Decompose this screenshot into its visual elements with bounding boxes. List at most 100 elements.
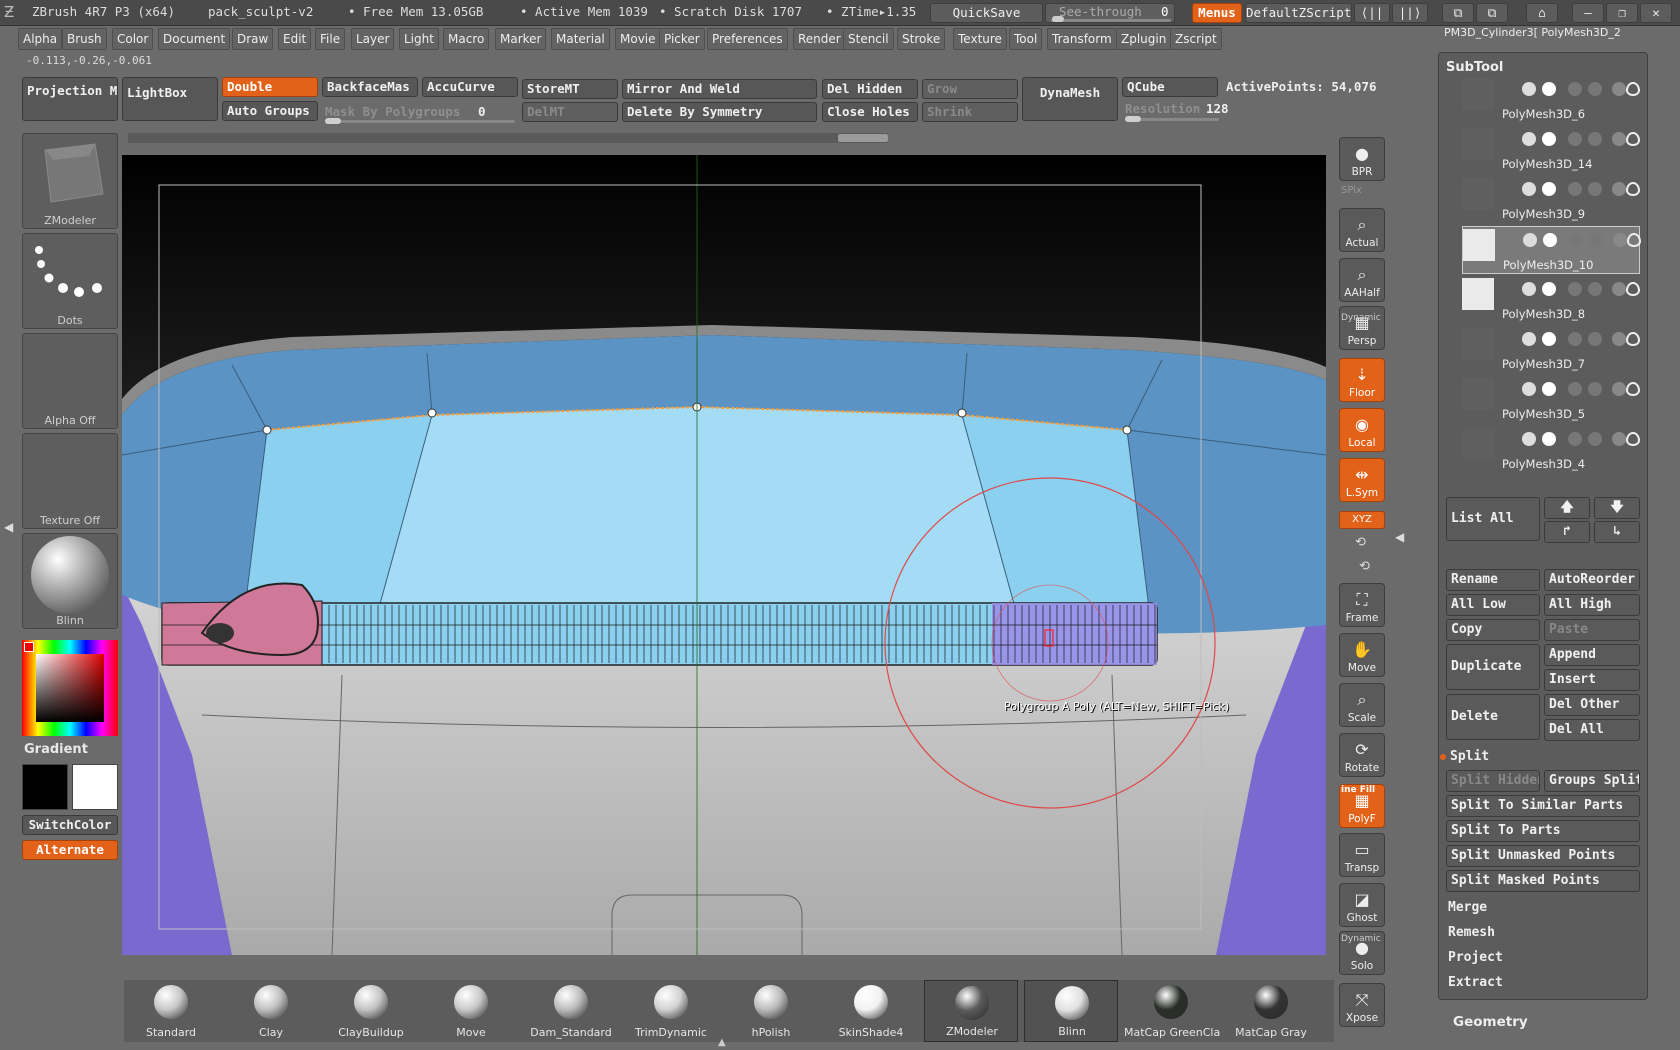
- canvas-scrollbar-thumb[interactable]: [838, 134, 888, 142]
- menu-zplugin[interactable]: Zplugin: [1116, 28, 1172, 50]
- split-to-parts-button[interactable]: Split To Parts: [1446, 820, 1640, 842]
- quicksave-button[interactable]: QuickSave: [930, 3, 1043, 23]
- menu-color[interactable]: Color: [112, 28, 154, 50]
- see-through-knob[interactable]: [1052, 16, 1064, 22]
- xpose-button[interactable]: ⤧ Xpose: [1339, 983, 1385, 1027]
- shelf-item-move[interactable]: Move: [424, 980, 518, 1042]
- polypaint-toggle-icon[interactable]: [1523, 233, 1537, 247]
- right-tray-toggle-icon[interactable]: ◀: [1395, 530, 1405, 550]
- lock-toggle-icon[interactable]: [1588, 332, 1602, 346]
- menu-file[interactable]: File: [315, 28, 346, 50]
- eye-icon[interactable]: [1626, 132, 1640, 146]
- lock-toggle-icon[interactable]: [1588, 382, 1602, 396]
- project-section-header[interactable]: Project: [1448, 950, 1503, 965]
- brush-toggle-icon[interactable]: [1612, 132, 1626, 146]
- double-button[interactable]: Double: [222, 77, 318, 97]
- menus-button[interactable]: Menus: [1192, 3, 1242, 23]
- layer-toggle-icon[interactable]: [1568, 382, 1582, 396]
- shelf-item-trimdynamic[interactable]: TrimDynamic: [624, 980, 718, 1042]
- scale-button[interactable]: ⌕ Scale: [1339, 683, 1385, 727]
- visibility-dot-icon[interactable]: [1542, 182, 1556, 196]
- main-color-swatch[interactable]: [22, 764, 68, 810]
- rotate-button[interactable]: ⟳ Rotate: [1339, 733, 1385, 777]
- menu-movie[interactable]: Movie: [615, 28, 661, 50]
- rename-button[interactable]: Rename: [1446, 569, 1540, 591]
- remesh-section-header[interactable]: Remesh: [1448, 925, 1495, 940]
- delete-button[interactable]: Delete: [1446, 694, 1540, 740]
- shelf-item-dam-standard[interactable]: Dam_Standard: [524, 980, 618, 1042]
- ui-layout-2-icon[interactable]: ⧉: [1476, 3, 1508, 23]
- append-button[interactable]: Append: [1544, 644, 1640, 666]
- see-through-slider[interactable]: See-through 0: [1045, 3, 1175, 23]
- brush-toggle-icon[interactable]: [1612, 182, 1626, 196]
- visibility-dot-icon[interactable]: [1542, 82, 1556, 96]
- eye-icon[interactable]: [1626, 82, 1640, 96]
- alpha-slot[interactable]: Alpha Off: [22, 333, 118, 429]
- menu-tool[interactable]: Tool: [1009, 28, 1043, 50]
- brush-slot[interactable]: ZModeler: [22, 133, 118, 229]
- shelf-item-skinshade4[interactable]: SkinShade4: [824, 980, 918, 1042]
- move-button[interactable]: ✋ Move: [1339, 633, 1385, 677]
- layer-toggle-icon[interactable]: [1568, 282, 1582, 296]
- rotate-y-icon[interactable]: ⟲: [1355, 535, 1366, 550]
- polypaint-toggle-icon[interactable]: [1522, 282, 1536, 296]
- default-zscript-button[interactable]: DefaultZScript: [1245, 3, 1352, 23]
- menu-picker[interactable]: Picker: [659, 28, 705, 50]
- menu-light[interactable]: Light: [399, 28, 439, 50]
- menu-texture[interactable]: Texture: [953, 28, 1007, 50]
- layer-toggle-icon[interactable]: [1568, 432, 1582, 446]
- lock-toggle-icon[interactable]: [1588, 82, 1602, 96]
- layer-toggle-icon[interactable]: [1568, 132, 1582, 146]
- paste-button[interactable]: Paste: [1544, 619, 1640, 641]
- delmt-button[interactable]: DelMT: [522, 102, 618, 122]
- mask-by-polygroups-knob[interactable]: [325, 118, 341, 124]
- menu-material[interactable]: Material: [551, 28, 610, 50]
- transp-button[interactable]: ▭ Transp: [1339, 833, 1385, 877]
- eye-icon[interactable]: [1626, 282, 1640, 296]
- color-picker-square[interactable]: [36, 654, 104, 722]
- menu-render[interactable]: Render: [793, 28, 846, 50]
- menu-stroke[interactable]: Stroke: [897, 28, 946, 50]
- visibility-dot-icon[interactable]: [1542, 432, 1556, 446]
- subtool-header[interactable]: SubTool: [1446, 60, 1503, 75]
- insert-button[interactable]: Insert: [1544, 669, 1640, 691]
- eye-icon[interactable]: [1626, 382, 1640, 396]
- brush-toggle-icon[interactable]: [1612, 282, 1626, 296]
- shelf-item-matcap-gray[interactable]: MatCap Gray: [1224, 980, 1318, 1042]
- split-section-header[interactable]: Split: [1450, 749, 1489, 764]
- subtool-row[interactable]: PolyMesh3D_10: [1462, 226, 1641, 274]
- polypaint-toggle-icon[interactable]: [1522, 382, 1536, 396]
- brush-toggle-icon[interactable]: [1612, 432, 1626, 446]
- move-down-arrow-icon[interactable]: 🡇: [1594, 497, 1640, 519]
- del-all-button[interactable]: Del All: [1544, 719, 1640, 741]
- subtool-row[interactable]: PolyMesh3D_4: [1462, 426, 1640, 474]
- subtool-row[interactable]: PolyMesh3D_7: [1462, 326, 1640, 374]
- shelf-item-matcap-greencla[interactable]: MatCap GreenCla: [1124, 980, 1220, 1042]
- menu-document[interactable]: Document: [158, 28, 231, 50]
- shelf-item-standard[interactable]: Standard: [124, 980, 218, 1042]
- bpr-button[interactable]: ● BPR: [1339, 137, 1385, 181]
- lock-toggle-icon[interactable]: [1588, 432, 1602, 446]
- shrink-button[interactable]: Shrink: [922, 102, 1018, 122]
- projection-master-button[interactable]: Projection Master: [22, 77, 118, 121]
- shelf-item-clay[interactable]: Clay: [224, 980, 318, 1042]
- menu-zscript[interactable]: Zscript: [1170, 28, 1222, 50]
- menu-layer[interactable]: Layer: [351, 28, 395, 50]
- local-button[interactable]: ◉ Local: [1339, 408, 1385, 452]
- subtool-row[interactable]: PolyMesh3D_5: [1462, 376, 1640, 424]
- ghost-button[interactable]: ◪ Ghost: [1339, 883, 1385, 927]
- brush-toggle-icon[interactable]: [1612, 382, 1626, 396]
- mirror-and-weld-button[interactable]: Mirror And Weld: [622, 79, 817, 99]
- secondary-color-swatch[interactable]: [72, 764, 118, 810]
- lock-icon[interactable]: ⌂: [1526, 3, 1558, 23]
- menu-marker[interactable]: Marker: [495, 28, 547, 50]
- layer-toggle-icon[interactable]: [1568, 182, 1582, 196]
- close-holes-button[interactable]: Close Holes: [822, 102, 918, 122]
- layer-toggle-icon[interactable]: [1568, 332, 1582, 346]
- visibility-dot-icon[interactable]: [1542, 332, 1556, 346]
- rotate-z-icon[interactable]: ⟲: [1359, 559, 1370, 574]
- move-up-arrow-icon[interactable]: 🡅: [1544, 497, 1590, 519]
- brush-toggle-icon[interactable]: [1612, 332, 1626, 346]
- layout-right-icon[interactable]: ||⟩: [1392, 3, 1428, 23]
- canvas-scrollbar[interactable]: [128, 133, 888, 143]
